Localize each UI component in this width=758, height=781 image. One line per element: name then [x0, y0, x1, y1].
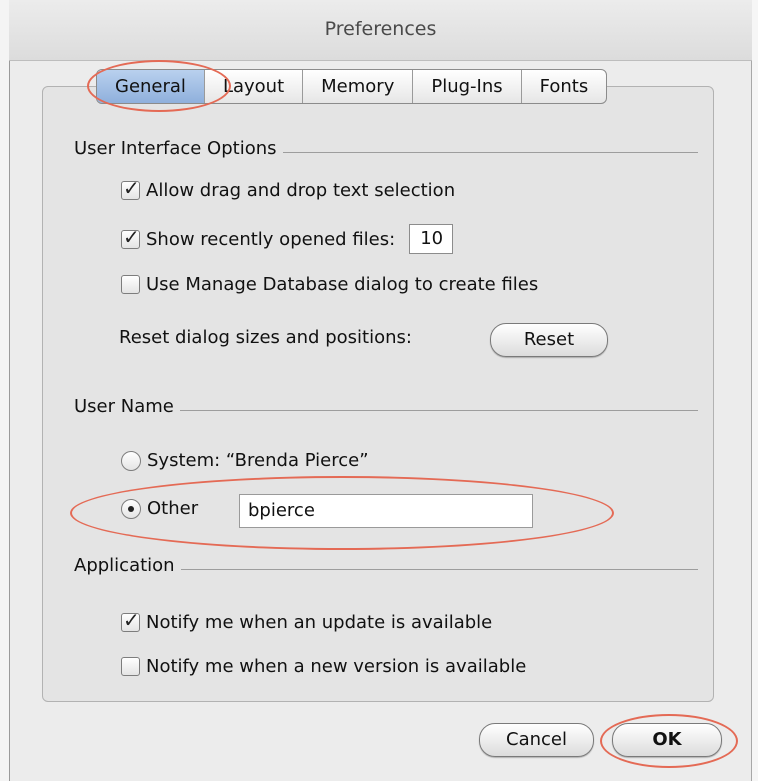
ui-options-heading: User Interface Options [74, 138, 277, 159]
tab-memory[interactable]: Memory [302, 70, 412, 103]
system-name-radio[interactable] [121, 450, 141, 471]
tab-plug-ins[interactable]: Plug-Ins [412, 70, 520, 103]
window-title: Preferences [9, 0, 752, 61]
recent-files-count-field[interactable]: 10 [409, 224, 454, 254]
drag-drop-option[interactable]: Allow drag and drop text selection [121, 176, 456, 201]
other-name-input[interactable]: bpierce [239, 494, 533, 528]
tab-bar: General Layout Memory Plug-Ins Fonts [96, 69, 608, 104]
application-section: Application [74, 555, 698, 576]
application-heading: Application [74, 555, 175, 576]
section-divider [282, 152, 698, 153]
other-name-radio[interactable] [121, 498, 141, 519]
reset-label: Reset dialog sizes and positions: [119, 327, 412, 348]
ok-button[interactable]: OK [612, 723, 722, 757]
window-left-edge [0, 0, 10, 781]
manage-db-option[interactable]: Use Manage Database dialog to create fil… [121, 274, 538, 295]
drag-drop-label: Allow drag and drop text selection [146, 180, 456, 201]
section-divider [179, 410, 698, 411]
update-notify-option[interactable]: Notify me when an update is available [121, 608, 493, 633]
section-divider [180, 569, 698, 570]
tab-content-panel [42, 86, 714, 702]
system-name-label: System: “Brenda Pierce” [147, 450, 369, 471]
window-right-edge [751, 0, 758, 781]
user-name-section: User Name [74, 396, 698, 417]
update-notify-label: Notify me when an update is available [146, 612, 493, 633]
reset-row: Reset dialog sizes and positions: [119, 327, 412, 348]
system-name-option[interactable]: System: “Brenda Pierce” [121, 450, 369, 471]
drag-drop-checkbox[interactable] [121, 176, 140, 200]
version-notify-checkbox[interactable] [121, 657, 140, 676]
tab-fonts[interactable]: Fonts [520, 70, 607, 103]
user-name-heading: User Name [74, 396, 174, 417]
recent-files-option[interactable]: Show recently opened files: 10 [121, 224, 454, 254]
cancel-button[interactable]: Cancel [479, 723, 594, 757]
version-notify-label: Notify me when a new version is availabl… [146, 656, 527, 677]
manage-db-checkbox[interactable] [121, 275, 140, 294]
recent-files-label: Show recently opened files: [146, 228, 396, 250]
tab-layout[interactable]: Layout [203, 70, 302, 103]
manage-db-label: Use Manage Database dialog to create fil… [146, 274, 539, 295]
tab-general[interactable]: General [97, 70, 204, 103]
reset-button[interactable]: Reset [490, 323, 608, 357]
other-name-option[interactable]: Other [121, 498, 198, 519]
update-notify-checkbox[interactable] [121, 608, 140, 632]
ui-options-section: User Interface Options [74, 138, 698, 159]
version-notify-option[interactable]: Notify me when a new version is availabl… [121, 656, 526, 677]
other-name-label: Other [147, 498, 199, 519]
recent-files-checkbox[interactable] [121, 225, 140, 249]
